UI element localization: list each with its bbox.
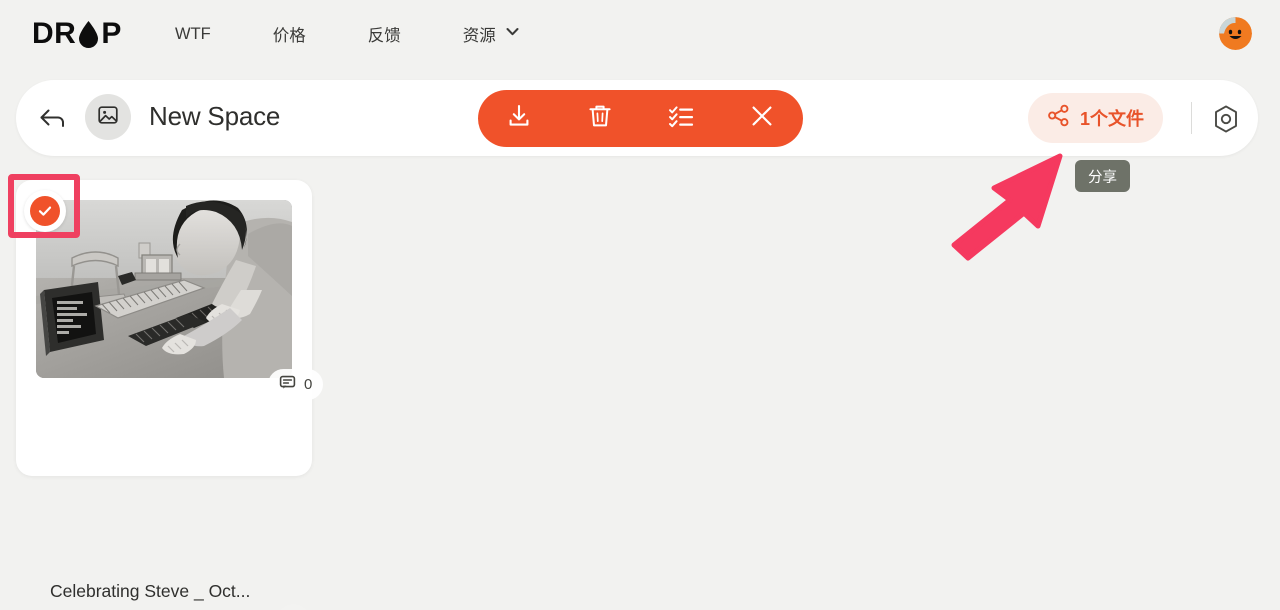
drop-logo[interactable]: DR P [32,16,122,52]
select-all-button[interactable] [653,96,709,141]
nav-item-label: 价格 [272,27,306,45]
close-x-icon [748,102,776,135]
thumbnail-photo [36,200,292,378]
comment-count-badge[interactable]: 0 [268,369,324,400]
trash-icon [586,102,614,135]
comment-count-value: 0 [304,376,313,393]
hexagon-settings-icon [1210,105,1242,139]
nav-item-feedback[interactable]: 反馈 [348,22,443,46]
download-icon [505,102,533,135]
download-all-button[interactable] [491,96,547,141]
check-mark-icon [30,196,60,226]
top-navigation-bar: DR P WTF 价格 反馈 资源 [0,0,1280,68]
checklist-icon [667,102,695,135]
share-file-count-label: 1个文件 [1080,109,1145,129]
nav-item-label: WTF [175,24,211,43]
water-drop-icon [77,19,100,49]
avatar[interactable] [1219,17,1252,50]
nav-item-pricing[interactable]: 价格 [231,22,348,46]
space-thumbnail-icon-button[interactable] [85,94,131,140]
tooltip-share: 分享 [1075,160,1130,192]
nav-item-label: 资源 [462,27,496,45]
nav-item-label: 反馈 [367,27,401,45]
annotation-arrow [940,140,1080,265]
file-thumbnail[interactable] [36,200,292,378]
selection-action-bar [478,90,803,147]
nav-items: WTF 价格 反馈 资源 [155,0,541,68]
delete-button[interactable] [572,96,628,141]
file-download-button[interactable] [276,604,311,610]
nav-item-wtf[interactable]: WTF [155,25,231,44]
app-root: DR P WTF 价格 反馈 资源 New Space 1个文件 0 Celeb… [0,0,1280,610]
logo-text-right: P [101,17,122,50]
share-nodes-icon [1047,104,1070,132]
comment-bubble-icon [279,374,296,396]
chevron-down-icon [504,23,521,45]
toolbar-divider [1191,102,1192,134]
settings-button[interactable] [1210,103,1242,135]
logo-text-left: DR [32,17,77,50]
nav-item-resources[interactable]: 资源 [443,22,541,46]
selection-checkbox[interactable] [24,190,66,232]
back-button[interactable] [36,102,68,134]
share-button[interactable]: 1个文件 [1028,93,1164,143]
page-title: New Space [149,101,281,131]
image-placeholder-icon [97,104,119,131]
close-selection-button[interactable] [734,96,790,141]
file-title: Celebrating Steve _ Oct... [50,581,251,601]
